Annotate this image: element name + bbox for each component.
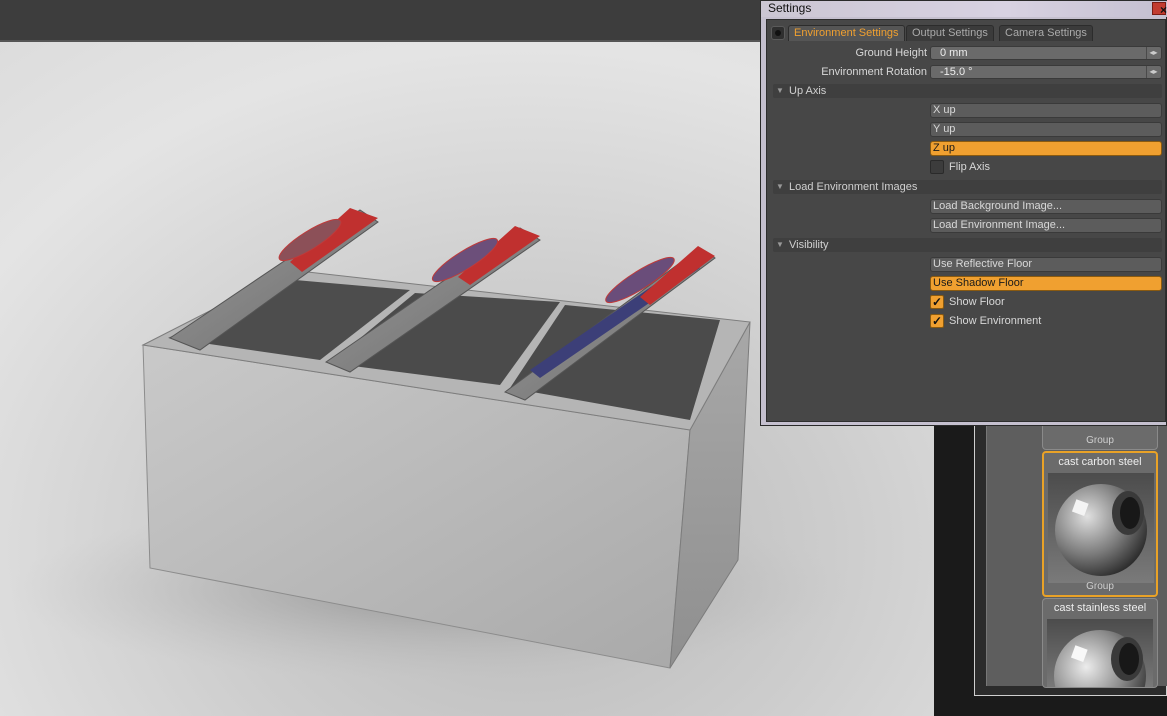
show-environment-label: Show Environment <box>949 315 1042 327</box>
collapse-triangle-icon: ▼ <box>776 240 784 249</box>
close-button[interactable]: × <box>1152 2 1167 17</box>
ground-height-label: Ground Height <box>855 47 927 59</box>
tab-output-settings[interactable]: Output Settings <box>906 25 994 41</box>
section-load-environment-images[interactable]: ▼ Load Environment Images <box>773 180 1162 194</box>
material-subtitle: Group <box>1086 435 1114 446</box>
show-environment-checkbox[interactable]: ✓ <box>930 314 944 328</box>
ground-height-value: 0 mm <box>940 47 968 59</box>
spinner-arrows-icon[interactable]: ◂▸ <box>1146 47 1160 59</box>
settings-window: Settings × Environment Settings Output S… <box>760 0 1167 426</box>
material-card-cast-carbon-steel[interactable]: cast carbon steel Group <box>1042 451 1158 597</box>
section-up-axis[interactable]: ▼ Up Axis <box>773 84 1162 98</box>
load-environment-image-button[interactable]: Load Environment Image... <box>930 218 1162 233</box>
checkmark-icon: ✓ <box>931 295 943 309</box>
collapse-triangle-icon: ▼ <box>776 86 784 95</box>
x-up-button[interactable]: X up <box>930 103 1162 118</box>
spinner-arrows-icon[interactable]: ◂▸ <box>1146 66 1160 78</box>
window-title: Settings <box>768 1 812 15</box>
close-icon: × <box>1160 3 1167 17</box>
show-floor-label: Show Floor <box>949 296 1005 308</box>
flip-axis-checkbox[interactable] <box>930 160 944 174</box>
load-background-image-button[interactable]: Load Background Image... <box>930 199 1162 214</box>
environment-rotation-field[interactable]: -15.0 ° ◂▸ <box>930 65 1162 79</box>
environment-rotation-value: -15.0 ° <box>940 66 973 78</box>
material-preview <box>1047 619 1153 687</box>
material-title: cast stainless steel <box>1053 602 1147 614</box>
use-shadow-floor-button[interactable]: Use Shadow Floor <box>930 276 1162 291</box>
section-title: Up Axis <box>789 85 827 97</box>
collapse-triangle-icon: ▼ <box>776 182 784 191</box>
settings-body: Environment Settings Output Settings Cam… <box>766 19 1166 422</box>
settings-titlebar[interactable]: Settings × <box>761 1 1167 17</box>
environment-rotation-label: Environment Rotation <box>821 66 927 78</box>
checkmark-icon: ✓ <box>931 314 943 328</box>
tab-camera-settings[interactable]: Camera Settings <box>999 25 1093 41</box>
section-title: Visibility <box>789 239 829 251</box>
material-preview <box>1048 473 1154 583</box>
section-visibility[interactable]: ▼ Visibility <box>773 238 1162 252</box>
sphere-preview-icon <box>1054 630 1146 687</box>
sphere-preview-icon <box>1055 484 1147 576</box>
y-up-button[interactable]: Y up <box>930 122 1162 137</box>
show-floor-checkbox[interactable]: ✓ <box>930 295 944 309</box>
panel-menu-icon[interactable] <box>771 26 785 40</box>
tab-environment-settings[interactable]: Environment Settings <box>788 25 905 41</box>
section-title: Load Environment Images <box>789 181 918 193</box>
material-title: cast carbon steel <box>1058 456 1142 468</box>
material-subtitle: Group <box>1086 581 1114 592</box>
use-reflective-floor-button[interactable]: Use Reflective Floor <box>930 257 1162 272</box>
z-up-button[interactable]: Z up <box>930 141 1162 156</box>
tab-bar: Environment Settings Output Settings Cam… <box>767 22 1165 41</box>
flip-axis-label: Flip Axis <box>949 161 990 173</box>
material-card-cast-stainless-steel[interactable]: cast stainless steel <box>1042 598 1158 688</box>
ground-height-field[interactable]: 0 mm ◂▸ <box>930 46 1162 60</box>
